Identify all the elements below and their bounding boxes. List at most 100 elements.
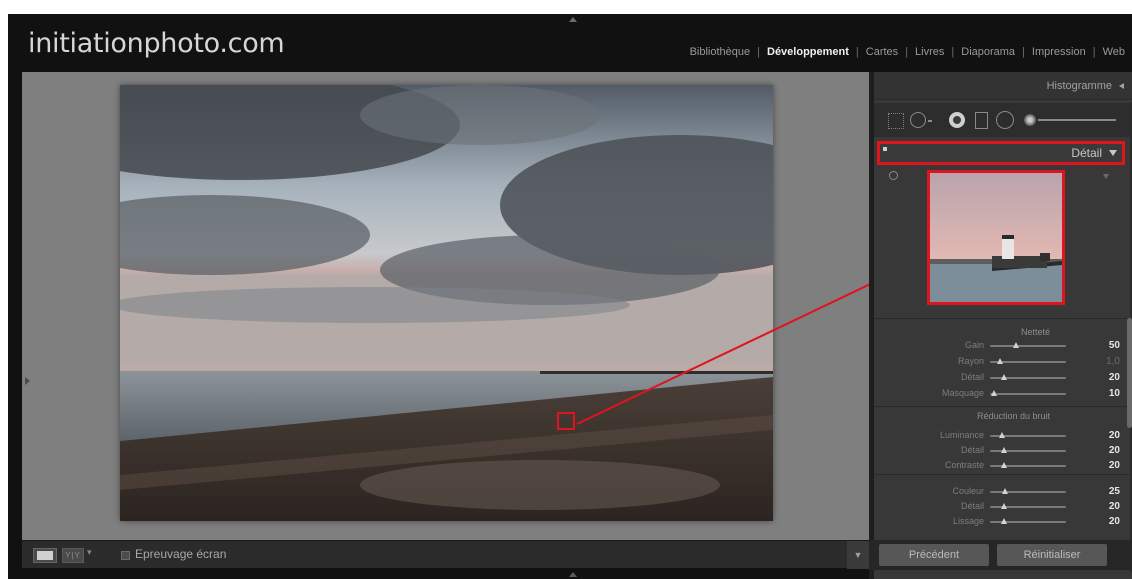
slider-track[interactable] xyxy=(990,358,1066,364)
slider-label: Couleur xyxy=(952,486,984,496)
histogram-header[interactable]: Histogramme xyxy=(874,72,1132,100)
compare-view-button[interactable]: Y|Y xyxy=(62,548,84,563)
section-divider xyxy=(874,406,1132,407)
slider-value[interactable]: 20 xyxy=(1109,445,1120,456)
slider-value[interactable]: 20 xyxy=(1109,501,1120,512)
slider-track[interactable] xyxy=(990,374,1066,380)
module-bibliotheque[interactable]: Bibliothèque xyxy=(683,46,758,58)
slider-value[interactable]: 20 xyxy=(1109,460,1120,471)
zoom-focus-marker[interactable] xyxy=(557,412,575,430)
slider-label: Détail xyxy=(960,501,984,511)
module-developpement[interactable]: Développement xyxy=(760,46,856,58)
slider-track[interactable] xyxy=(990,447,1066,453)
lightroom-window: initiationphoto.com Bibliothèque | Dévelop… xyxy=(8,14,1132,579)
view-mode-dropdown-icon[interactable]: ▾ xyxy=(87,547,92,558)
clipping-toggle-icon[interactable] xyxy=(1103,174,1109,179)
slider-label: Détail xyxy=(960,372,984,382)
slider-value[interactable]: 20 xyxy=(1109,372,1120,383)
slider-label: Gain xyxy=(964,340,984,350)
slider-row: Masquage 10 xyxy=(874,388,1132,400)
slider-thumb-icon[interactable] xyxy=(990,390,997,396)
slider-thumb-icon[interactable] xyxy=(1000,462,1007,468)
left-panel-toggle-icon[interactable] xyxy=(25,377,30,385)
image-canvas xyxy=(22,72,869,540)
collapse-arrow-icon[interactable] xyxy=(1119,83,1124,89)
target-adjust-icon[interactable] xyxy=(889,171,898,180)
slider-track[interactable] xyxy=(990,488,1066,494)
slider-thumb-icon[interactable] xyxy=(1000,374,1007,380)
detail-panel-header[interactable]: Détail xyxy=(877,141,1125,165)
module-diaporama[interactable]: Diaporama xyxy=(954,46,1022,58)
slider-row: Détail 20 xyxy=(874,372,1132,384)
section-divider xyxy=(874,474,1132,475)
brand-title: initiationphoto.com xyxy=(28,28,285,59)
slider-track[interactable] xyxy=(990,462,1066,468)
slider-thumb-icon[interactable] xyxy=(1000,503,1007,509)
adjustment-brush-icon[interactable] xyxy=(1024,112,1116,128)
red-eye-icon[interactable] xyxy=(949,112,965,128)
graduated-filter-icon[interactable] xyxy=(975,112,988,129)
slider-label: Détail xyxy=(960,445,984,455)
slider-label: Masquage xyxy=(941,388,984,398)
bottom-panel-toggle-icon[interactable] xyxy=(569,572,577,577)
main-photo[interactable] xyxy=(120,85,773,521)
tool-strip xyxy=(874,103,1132,137)
loupe-view-button[interactable] xyxy=(33,548,57,563)
develop-right-panel: Histogramme Détail Netteté Gain 50 Rayon… xyxy=(869,72,1132,579)
slider-thumb-icon[interactable] xyxy=(1000,518,1007,524)
noise-reduction-title: Réduction du bruit xyxy=(976,411,1050,421)
panel-scrollbar[interactable] xyxy=(1127,318,1132,428)
slider-track[interactable] xyxy=(990,432,1066,438)
slider-track[interactable] xyxy=(990,390,1066,396)
slider-track[interactable] xyxy=(990,518,1066,524)
slider-value[interactable]: 1,0 xyxy=(1106,356,1120,367)
softproof-label: Epreuvage écran xyxy=(135,547,227,561)
detail-preview-zoom[interactable] xyxy=(927,170,1065,305)
expand-arrow-icon[interactable] xyxy=(1109,150,1117,156)
sharpening-title: Netteté xyxy=(1020,327,1050,337)
section-divider xyxy=(874,318,1132,319)
histogram-label: Histogramme xyxy=(1046,80,1112,92)
top-panel-toggle-icon[interactable] xyxy=(569,17,577,22)
slider-thumb-icon[interactable] xyxy=(996,358,1003,364)
toolbar-menu-button[interactable]: ▼ xyxy=(847,541,869,569)
slider-track[interactable] xyxy=(990,342,1066,348)
slider-row: Couleur 25 xyxy=(874,486,1132,498)
module-web[interactable]: Web xyxy=(1096,46,1132,58)
slider-label: Rayon xyxy=(957,356,984,366)
slider-thumb-icon[interactable] xyxy=(1002,488,1009,494)
slider-thumb-icon[interactable] xyxy=(1012,342,1019,348)
module-picker: Bibliothèque | Développement | Cartes | Livres… xyxy=(683,46,1132,58)
bottom-toolbar: Y|Y ▾ Epreuvage écran ▼ xyxy=(22,540,869,569)
radial-filter-icon[interactable] xyxy=(996,111,1014,129)
slider-value[interactable]: 25 xyxy=(1109,486,1120,497)
slider-row: Détail 20 xyxy=(874,445,1132,457)
panel-switch-icon[interactable] xyxy=(883,147,887,151)
module-livres[interactable]: Livres xyxy=(908,46,951,58)
slider-row: Luminance 20 xyxy=(874,430,1132,442)
slider-thumb-icon[interactable] xyxy=(999,432,1006,438)
slider-thumb-icon[interactable] xyxy=(1000,447,1007,453)
slider-row: Gain 50 xyxy=(874,340,1132,352)
slider-row: Contraste 20 xyxy=(874,460,1132,472)
spot-removal-icon[interactable] xyxy=(910,112,926,128)
slider-label: Lissage xyxy=(952,516,984,526)
slider-row: Détail 20 xyxy=(874,501,1132,513)
softproof-checkbox[interactable] xyxy=(121,551,130,560)
module-cartes[interactable]: Cartes xyxy=(859,46,905,58)
slider-value[interactable]: 20 xyxy=(1109,430,1120,441)
previous-button[interactable]: Précédent xyxy=(879,544,989,566)
crop-overlay-icon[interactable] xyxy=(888,113,904,129)
detail-label: Détail xyxy=(1071,146,1102,160)
slider-row: Rayon 1,0 xyxy=(874,356,1132,368)
slider-value[interactable]: 20 xyxy=(1109,516,1120,527)
reset-button[interactable]: Réinitialiser xyxy=(997,544,1107,566)
slider-label: Luminance xyxy=(939,430,984,440)
slider-row: Lissage 20 xyxy=(874,516,1132,528)
slider-value[interactable]: 50 xyxy=(1109,340,1120,351)
module-impression[interactable]: Impression xyxy=(1025,46,1093,58)
panel-footer: Précédent Réinitialiser xyxy=(869,540,1132,570)
top-bar: initiationphoto.com Bibliothèque | Dévelop… xyxy=(8,14,1132,72)
slider-value[interactable]: 10 xyxy=(1109,388,1120,399)
slider-track[interactable] xyxy=(990,503,1066,509)
